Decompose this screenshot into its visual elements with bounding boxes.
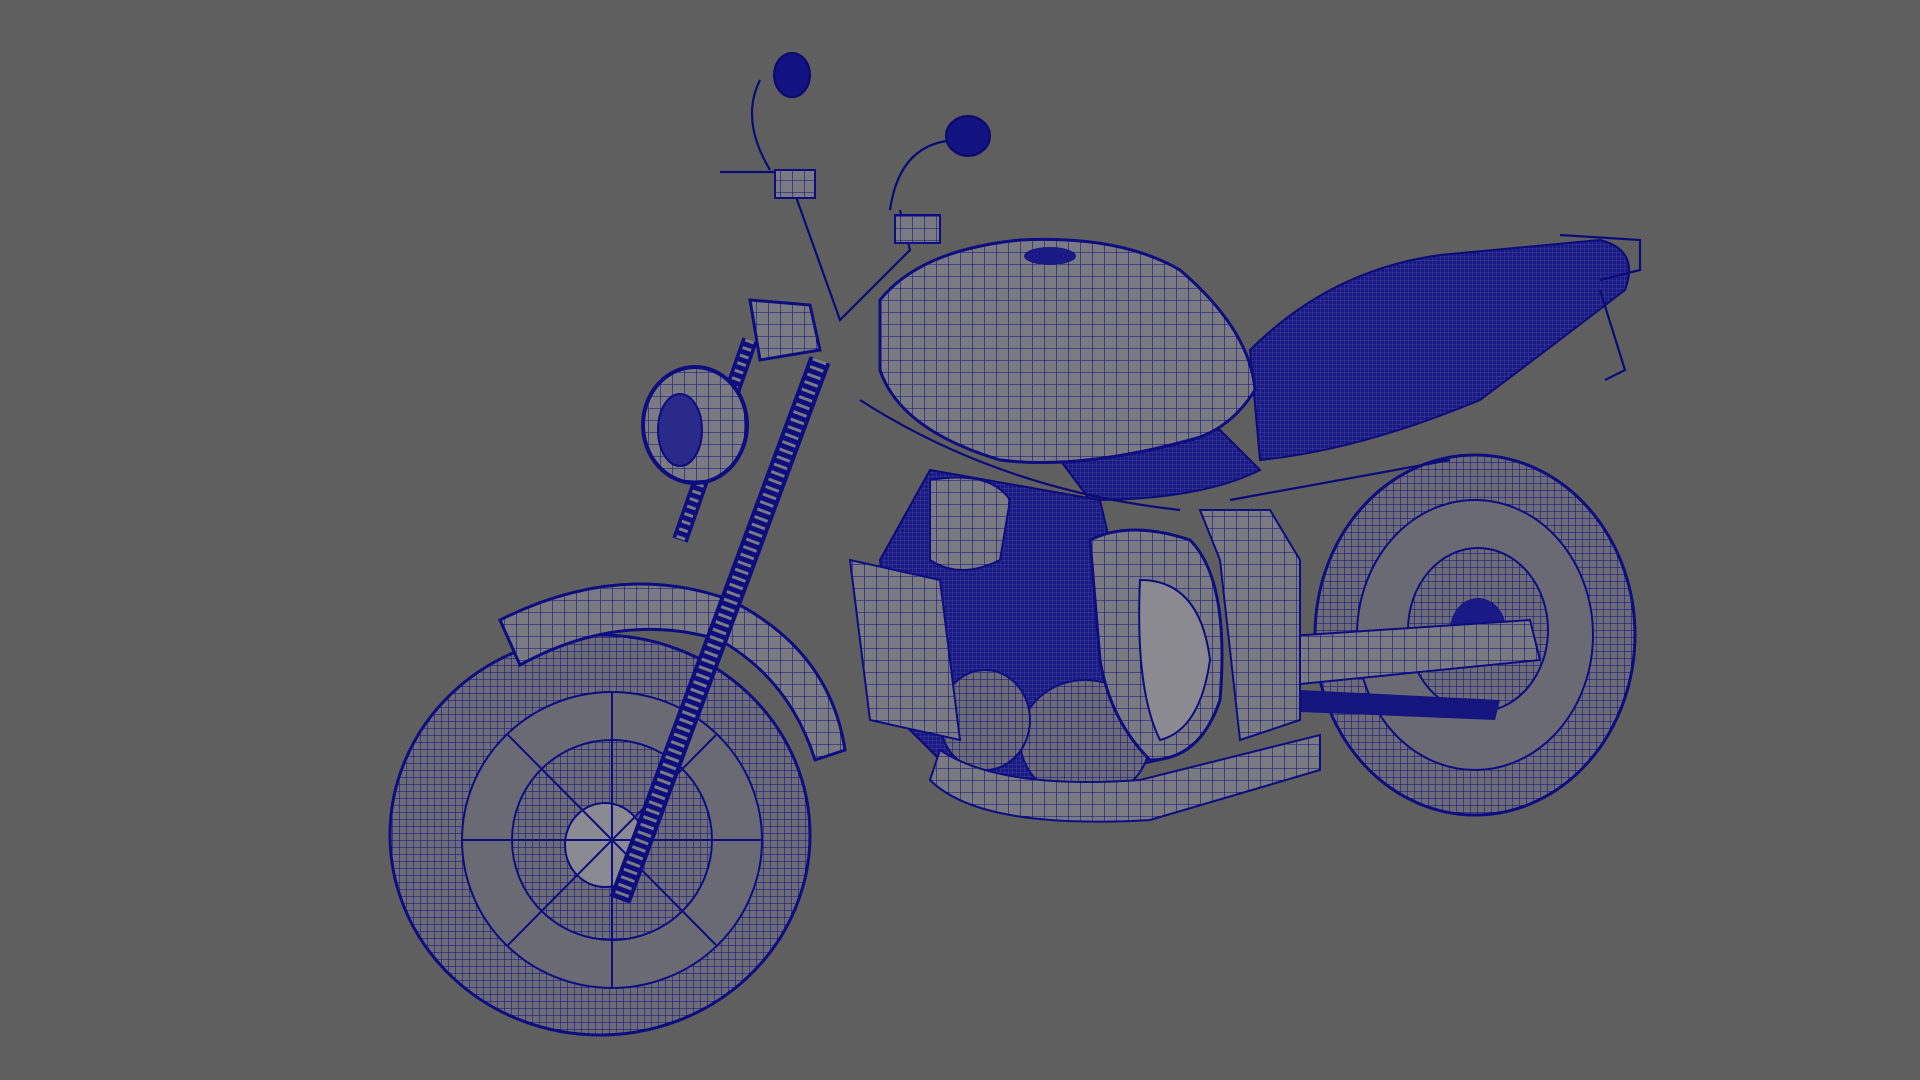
right-mirror[interactable] bbox=[945, 115, 991, 157]
rear-seat[interactable] bbox=[1248, 233, 1642, 462]
motorcycle-wireframe-model[interactable] bbox=[0, 0, 1920, 1080]
headlight[interactable] bbox=[641, 365, 749, 485]
fuel-tank[interactable] bbox=[878, 237, 1257, 464]
3d-viewport[interactable] bbox=[0, 0, 1920, 1080]
gauge[interactable] bbox=[748, 298, 822, 362]
front-wheel[interactable] bbox=[388, 633, 812, 1037]
side-cover[interactable] bbox=[1088, 509, 1301, 762]
left-mirror[interactable] bbox=[773, 52, 811, 98]
